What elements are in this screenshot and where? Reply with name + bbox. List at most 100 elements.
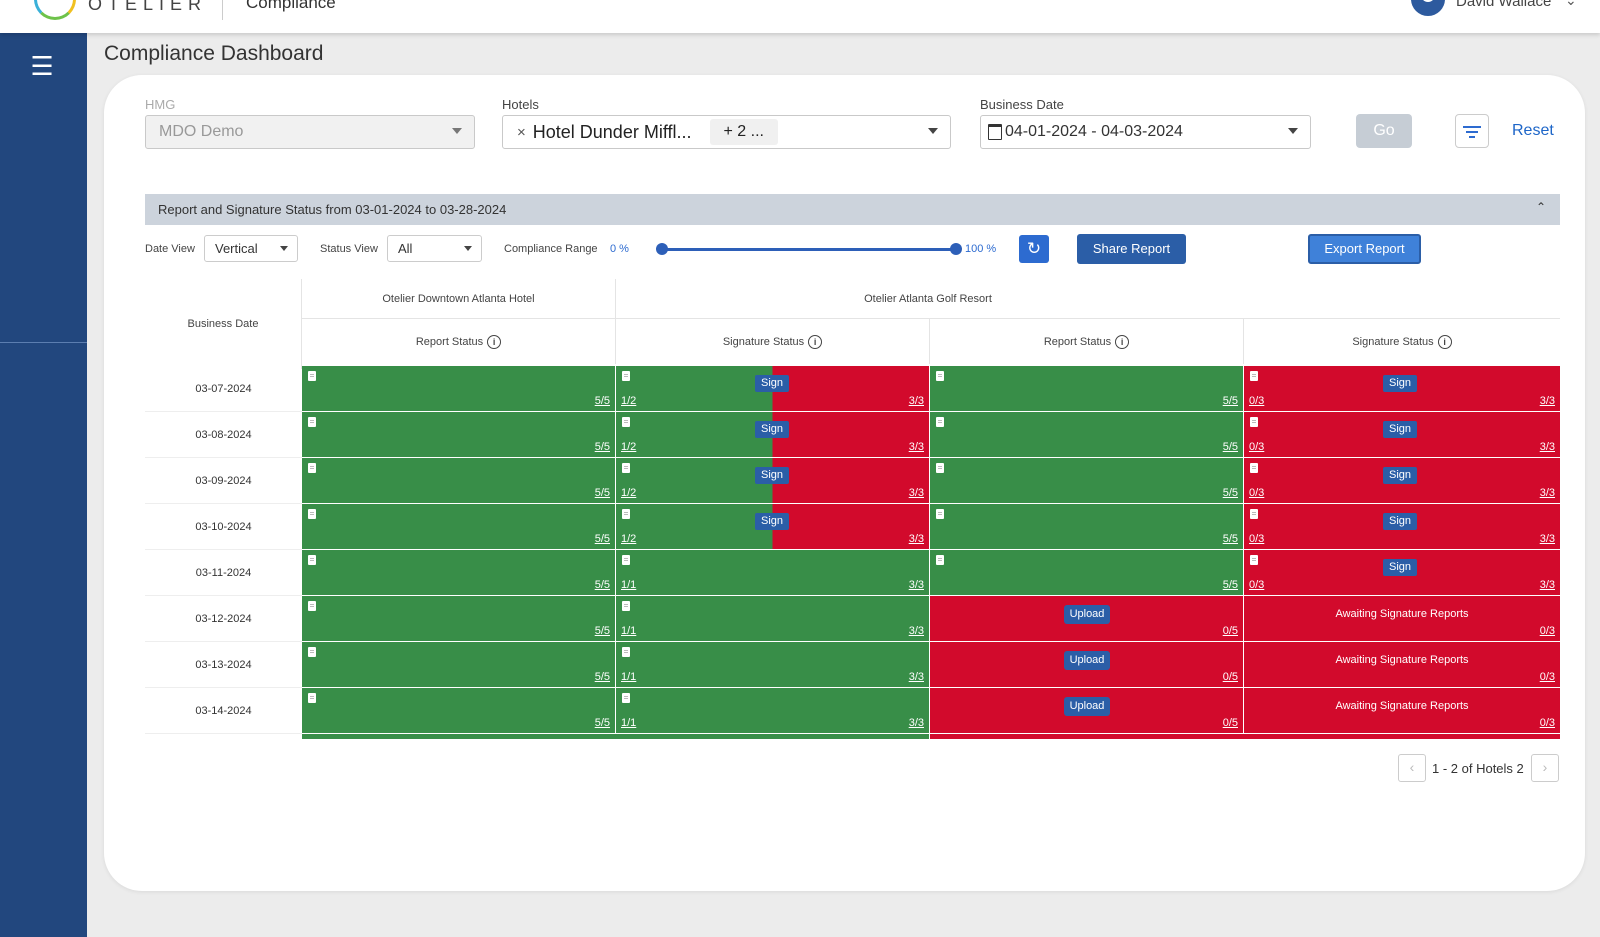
close-icon[interactable]: × [517,124,526,141]
signature-total[interactable]: 0/3 [1540,717,1555,729]
report-status-cell[interactable]: Upload 0/5 [930,642,1243,687]
signed-count[interactable]: 0/3 [1249,579,1264,591]
report-status-cell[interactable]: 5/5 [302,596,615,641]
sign-button[interactable]: Sign [1383,513,1417,530]
hotels-select[interactable]: × Hotel Dunder Miffl... + 2 ... [502,115,951,149]
range-high-handle[interactable] [950,243,962,255]
document-icon[interactable] [308,601,316,611]
signature-status-cell[interactable]: Awaiting Signature Reports 0/3 [1244,688,1560,733]
sign-button[interactable]: Sign [755,421,789,438]
report-count[interactable]: 5/5 [595,533,610,545]
info-icon[interactable]: i [487,334,502,349]
hotel-chip[interactable]: × Hotel Dunder Miffl... [509,119,700,145]
report-count[interactable]: 0/5 [1223,717,1238,729]
signed-count[interactable]: 1/1 [621,625,636,637]
signature-status-cell[interactable]: Sign 1/2 3/3 [616,412,929,457]
document-icon[interactable] [936,417,944,427]
info-icon[interactable]: i [1115,334,1130,349]
document-icon[interactable] [308,463,316,473]
document-icon[interactable] [936,555,944,565]
sign-button[interactable]: Sign [755,467,789,484]
report-status-cell[interactable]: 5/5 [930,366,1243,411]
document-icon[interactable] [622,463,630,473]
report-status-cell[interactable]: 5/5 [302,550,615,595]
document-icon[interactable] [622,647,630,657]
report-status-cell[interactable]: 5/5 [302,366,615,411]
signature-total[interactable]: 0/3 [1540,625,1555,637]
signature-status-cell[interactable]: Sign 1/2 3/3 [616,458,929,503]
report-count[interactable]: 5/5 [595,579,610,591]
signed-count[interactable]: 1/1 [621,717,636,729]
document-icon[interactable] [1250,417,1258,427]
report-status-cell[interactable]: Upload 0/5 [930,596,1243,641]
document-icon[interactable] [308,647,316,657]
document-icon[interactable] [308,693,316,703]
user-circle-icon[interactable] [1411,0,1445,16]
report-count[interactable]: 5/5 [1223,441,1238,453]
chevron-down-icon[interactable] [280,246,288,251]
document-icon[interactable] [936,371,944,381]
upload-button[interactable]: Upload [1064,697,1110,716]
signed-count[interactable]: 0/3 [1249,487,1264,499]
go-button[interactable]: Go [1356,114,1412,148]
document-icon[interactable] [622,417,630,427]
document-icon[interactable] [1250,463,1258,473]
report-status-cell[interactable]: 5/5 [302,642,615,687]
signature-total[interactable]: 3/3 [1540,441,1555,453]
signature-status-cell[interactable]: 1/1 3/3 [616,596,929,641]
chevron-left-icon[interactable]: ‹ [1398,754,1426,782]
document-icon[interactable] [622,555,630,565]
signed-count[interactable]: 1/2 [621,441,636,453]
report-status-cell[interactable]: 5/5 [302,504,615,549]
signed-count[interactable]: 0/3 [1249,533,1264,545]
report-count[interactable]: 5/5 [1223,487,1238,499]
info-icon[interactable]: i [1437,334,1452,349]
report-status-cell[interactable]: 5/5 [302,458,615,503]
report-count[interactable]: 0/5 [1223,671,1238,683]
signed-count[interactable]: 1/2 [621,487,636,499]
signature-total[interactable]: 3/3 [909,717,924,729]
signature-status-cell[interactable]: Sign 0/3 3/3 [1244,366,1560,411]
report-count[interactable]: 5/5 [595,625,610,637]
sign-button[interactable]: Sign [1383,421,1417,438]
report-count[interactable]: 5/5 [1223,533,1238,545]
signature-total[interactable]: 3/3 [909,579,924,591]
hotel-more-chip[interactable]: + 2 ... [709,119,778,145]
document-icon[interactable] [622,509,630,519]
chevron-down-icon[interactable] [464,246,472,251]
hamburger-icon[interactable]: ☰ [27,53,57,79]
signed-count[interactable]: 1/1 [621,671,636,683]
signature-total[interactable]: 3/3 [1540,579,1555,591]
report-count[interactable]: 5/5 [1223,395,1238,407]
chevron-up-icon[interactable]: ⌃ [1536,200,1546,214]
document-icon[interactable] [308,509,316,519]
report-count[interactable]: 5/5 [595,441,610,453]
report-count[interactable]: 0/5 [1223,625,1238,637]
sign-button[interactable]: Sign [755,513,789,530]
signature-total[interactable]: 0/3 [1540,671,1555,683]
signature-total[interactable]: 3/3 [909,533,924,545]
report-count[interactable]: 5/5 [595,487,610,499]
sign-button[interactable]: Sign [1383,375,1417,392]
document-icon[interactable] [622,601,630,611]
report-status-cell[interactable]: 5/5 [930,550,1243,595]
document-icon[interactable] [308,371,316,381]
chevron-down-icon[interactable]: ⌄ [1565,0,1577,9]
signature-status-cell[interactable]: Awaiting Signature Reports 0/3 [1244,642,1560,687]
upload-button[interactable]: Upload [1064,651,1110,670]
signature-status-cell[interactable]: 1/1 3/3 [616,550,929,595]
report-status-cell[interactable]: Upload 0/5 [930,688,1243,733]
date-view-select[interactable]: Vertical [204,235,298,262]
signed-count[interactable]: 0/3 [1249,441,1264,453]
chevron-down-icon[interactable] [928,128,938,134]
sign-button[interactable]: Sign [1383,559,1417,576]
refresh-icon[interactable]: ↻ [1019,235,1049,263]
report-count[interactable]: 5/5 [595,671,610,683]
upload-button[interactable]: Upload [1064,605,1110,624]
signature-total[interactable]: 3/3 [909,395,924,407]
document-icon[interactable] [1250,555,1258,565]
signature-total[interactable]: 3/3 [1540,533,1555,545]
sign-button[interactable]: Sign [1383,467,1417,484]
signature-status-cell[interactable]: 1/1 3/3 [616,642,929,687]
signature-status-cell[interactable]: Sign 0/3 3/3 [1244,412,1560,457]
